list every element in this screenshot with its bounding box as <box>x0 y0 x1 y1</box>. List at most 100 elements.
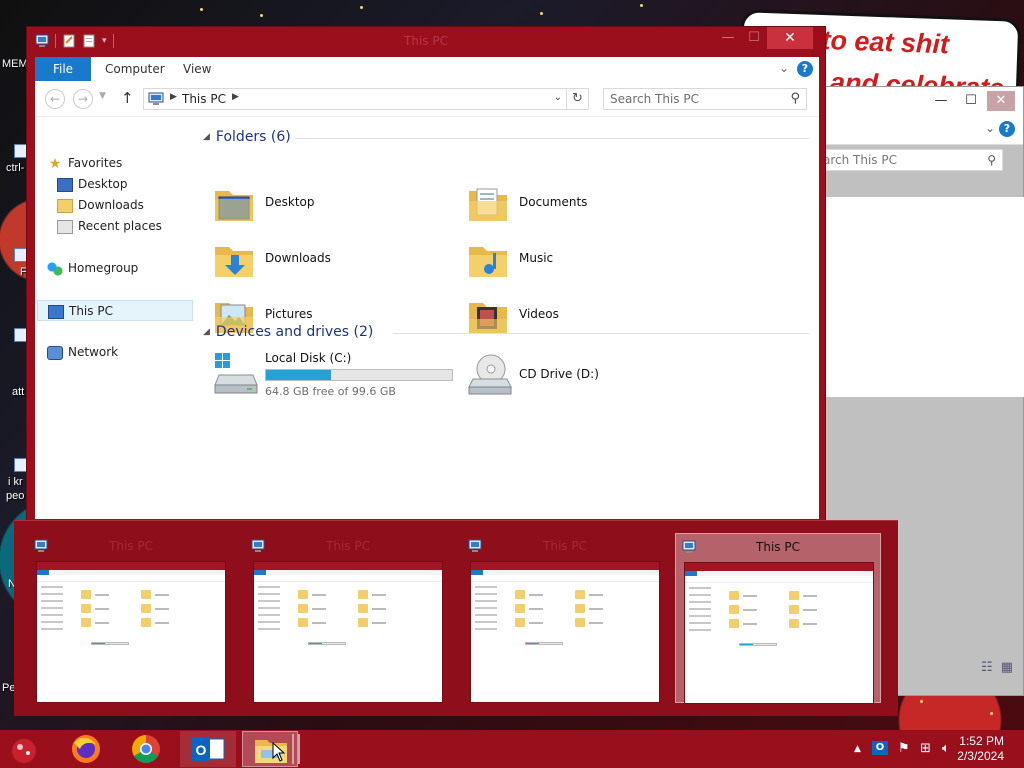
back-button[interactable]: ← <box>45 89 65 109</box>
up-button[interactable]: ↑ <box>121 89 134 107</box>
minimize-button[interactable]: — <box>715 27 741 49</box>
tab-view[interactable]: View <box>169 57 225 81</box>
star-icon: ★ <box>48 155 62 172</box>
thumbnail-title: This PC <box>109 539 153 553</box>
preview-folder-icon <box>575 618 585 627</box>
search-icon[interactable]: ⚲ <box>790 91 800 106</box>
preview-label <box>155 608 169 610</box>
close-button[interactable]: ✕ <box>767 27 813 49</box>
preview-nav <box>475 586 503 635</box>
computer-icon <box>34 539 48 552</box>
nav-label: Recent places <box>78 219 162 233</box>
preview-label <box>803 609 817 611</box>
desktop-icon-label[interactable]: ctrl- <box>6 162 24 174</box>
help-icon[interactable]: ? <box>797 61 813 77</box>
taskbar-grip[interactable] <box>292 734 300 764</box>
tab-computer[interactable]: Computer <box>91 57 179 81</box>
thumbnail-header: This PC <box>682 540 874 556</box>
forward-button[interactable]: → <box>73 89 93 109</box>
taskbar-firefox[interactable] <box>58 731 114 767</box>
confetti-dot <box>920 700 923 703</box>
confetti-dot <box>260 14 263 17</box>
nav-homegroup[interactable]: Homegroup <box>47 258 205 279</box>
folder-tile-desktop[interactable]: Desktop <box>213 179 453 229</box>
tiles-view-icon[interactable]: ▦ <box>1001 660 1013 675</box>
refresh-button[interactable]: ↻ <box>567 88 589 110</box>
thumbnail-title: This PC <box>543 539 587 553</box>
preview-folder-icon <box>729 619 739 628</box>
window-title: This PC <box>404 34 448 48</box>
taskbar-chrome[interactable] <box>118 731 174 767</box>
action-center-flag-icon[interactable]: ⚑ <box>898 741 910 756</box>
desktop-icon-label[interactable]: MEM <box>2 58 28 70</box>
window-thumbnail[interactable]: This PC <box>675 533 881 704</box>
details-view-icon[interactable]: ☷ <box>981 660 993 675</box>
drive-tile-d[interactable]: CD Drive (D:) <box>467 351 667 401</box>
maximize-button[interactable]: ☐ <box>741 27 767 49</box>
folders-group-header[interactable]: ◢ Folders (6) <box>203 129 291 145</box>
recent-locations-icon[interactable]: ▼ <box>99 91 106 101</box>
explorer-window[interactable]: ▾ This PC — ☐ ✕ File Computer View ⌄ ? ←… <box>26 26 826 522</box>
breadcrumb-this-pc[interactable]: This PC <box>182 92 226 106</box>
address-dropdown-icon[interactable]: ⌄ <box>554 92 562 103</box>
window-thumbnail[interactable]: This PC <box>462 533 668 703</box>
tab-file[interactable]: File <box>35 57 91 81</box>
window-thumbnail[interactable]: This PC <box>28 533 234 703</box>
desktop-icon-label[interactable]: att <box>12 386 24 398</box>
preview-label <box>95 608 109 610</box>
help-icon[interactable]: ? <box>999 121 1015 137</box>
background-window-controls: — ☐ ✕ <box>927 91 1015 111</box>
preview-label <box>372 622 386 624</box>
show-hidden-icons-icon[interactable]: ▲ <box>854 744 861 754</box>
collapse-triangle-icon[interactable]: ◢ <box>203 132 210 142</box>
desktop-icon-label[interactable]: i kr <box>8 476 23 488</box>
preview-label <box>529 608 543 610</box>
group-title: Devices and drives (2) <box>215 324 374 340</box>
downloads-folder-icon <box>215 247 253 277</box>
titlebar[interactable]: ▾ This PC — ☐ ✕ <box>27 27 825 57</box>
window-thumbnail[interactable]: This PC <box>245 533 451 703</box>
nav-recent-places[interactable]: Recent places <box>57 216 215 237</box>
nav-this-pc[interactable]: This PC <box>37 300 193 321</box>
maximize-button[interactable]: ☐ <box>957 91 985 111</box>
taskbar-outlook[interactable]: O <box>180 731 236 767</box>
folder-tile-music[interactable]: Music <box>467 235 707 285</box>
preview-folder-icon <box>515 590 525 599</box>
confetti-dot <box>640 4 643 7</box>
search-input[interactable] <box>604 89 774 109</box>
preview-ribbon <box>685 571 873 576</box>
address-bar[interactable]: ▶ This PC ▶ ⌄ <box>143 88 567 110</box>
desktop-icon-label[interactable]: peo <box>6 490 24 502</box>
navigation-pane: ★ Favorites Desktop Downloads Recent plac… <box>35 117 193 519</box>
taskbar-file-explorer[interactable] <box>242 731 298 767</box>
volume-muted-icon[interactable]: 🔈︎ <box>942 741 950 756</box>
preview-titlebar <box>471 562 659 570</box>
drive-tile-c[interactable]: Local Disk (C:) 64.8 GB free of 99.6 GB <box>213 351 483 401</box>
nav-network[interactable]: Network <box>47 342 205 363</box>
background-search-input[interactable]: Search This PC ⚲ <box>813 149 1003 171</box>
preview-nav <box>689 587 717 636</box>
folder-tile-downloads[interactable]: Downloads <box>213 235 453 285</box>
preview-ribbon <box>37 570 225 575</box>
window-controls: — ☐ ✕ <box>715 27 813 49</box>
preview-label <box>803 595 817 597</box>
chevron-down-icon[interactable]: ⌄ <box>985 121 995 135</box>
breadcrumb-chevron-icon[interactable]: ▶ <box>232 92 239 102</box>
expand-ribbon-icon[interactable]: ⌄ <box>779 61 789 75</box>
drives-group-header[interactable]: ◢ Devices and drives (2) <box>203 324 373 340</box>
nav-desktop[interactable]: Desktop <box>57 174 215 195</box>
start-button[interactable] <box>0 731 52 767</box>
folder-tile-documents[interactable]: Documents <box>467 179 707 229</box>
minimize-button[interactable]: — <box>927 91 955 111</box>
preview-file-tab <box>254 570 266 575</box>
outlook-tray-icon[interactable]: O <box>872 741 888 755</box>
nav-label: Downloads <box>78 198 144 212</box>
collapse-triangle-icon[interactable]: ◢ <box>203 327 210 337</box>
background-titlebar[interactable]: — ☐ ✕ <box>813 87 1023 115</box>
network-tray-icon[interactable]: ⊞ <box>920 741 931 756</box>
close-button[interactable]: ✕ <box>987 91 1015 111</box>
nav-downloads[interactable]: Downloads <box>57 195 215 216</box>
nav-favorites[interactable]: ★ Favorites <box>47 153 205 174</box>
clock[interactable]: 1:52 PM 2/3/2024 <box>957 734 1004 764</box>
breadcrumb-chevron-icon[interactable]: ▶ <box>170 92 177 102</box>
